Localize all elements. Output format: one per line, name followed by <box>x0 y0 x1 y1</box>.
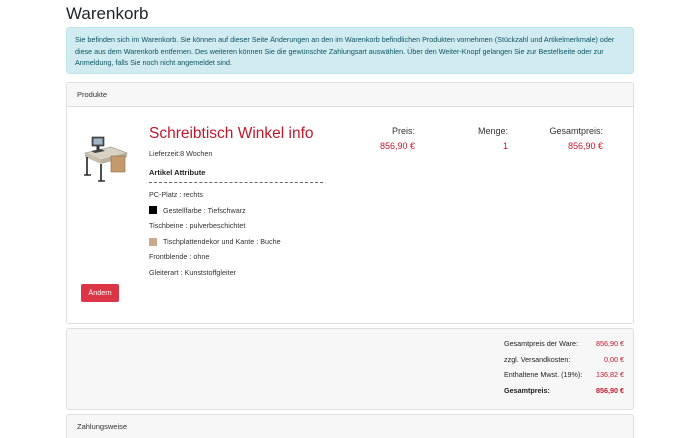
attribute-row: Frontblende : ohne <box>149 249 369 265</box>
payment-card: Zahlungsweise <box>66 414 634 438</box>
totals-value: 856,90 € <box>596 339 624 348</box>
product-image[interactable] <box>81 123 131 183</box>
total-value: 856,90 € <box>567 141 603 151</box>
attribute-text: PC-Platz : rechts <box>149 190 203 199</box>
totals-row: Gesamtpreis der Ware: 856,90 € <box>504 336 624 352</box>
grand-total-row: Gesamtpreis: 856,90 € <box>504 383 624 399</box>
attribute-list: PC-Platz : rechts Gestellfarbe : Tiefsch… <box>149 187 369 281</box>
attribute-text: Gestellfarbe : Tiefschwarz <box>163 205 246 215</box>
totals-card: Gesamtpreis der Ware: 856,90 € zzgl. Ver… <box>66 328 634 410</box>
price-label: Preis: <box>391 126 415 136</box>
products-card: Produkte Schreibtisch Winkel info Liefer… <box>66 82 634 324</box>
totals-value: 136,82 € <box>596 370 624 379</box>
quantity-value: 1 <box>502 141 508 151</box>
payment-header[interactable]: Zahlungsweise <box>67 415 633 438</box>
info-alert: Sie befinden sich im Warenkorb. Sie könn… <box>66 27 634 74</box>
total-label: Gesamtpreis: <box>549 126 603 136</box>
totals-label: zzgl. Versandkosten: <box>504 354 571 364</box>
product-name[interactable]: Schreibtisch Winkel info <box>149 125 314 143</box>
attribute-text: Tischbeine : pulverbeschichtet <box>149 221 246 231</box>
attribute-text: Gleiterart : Kunststoffgleiter <box>149 267 236 277</box>
color-swatch <box>149 206 157 215</box>
attribute-row: Tischbeine : pulverbeschichtet <box>149 218 369 234</box>
totals-row: Enthaltene Mwst. (19%): 136,82 € <box>504 367 624 383</box>
totals-label: Gesamtpreis der Ware: <box>504 339 579 348</box>
price-value: 856,90 € <box>379 141 415 151</box>
attribute-row: Gleiterart : Kunststoffgleiter <box>149 265 369 281</box>
products-header: Produkte <box>67 83 633 107</box>
grand-total-label: Gesamtpreis: <box>504 385 550 395</box>
change-button[interactable]: Ändern <box>81 284 119 302</box>
totals-row: zzgl. Versandkosten: 0,00 € <box>504 352 624 368</box>
attribute-text: Tischplattendekor und Kante : Buche <box>163 236 281 246</box>
delivery-time: Lieferzeit:8 Wochen <box>149 149 213 158</box>
attribute-text: Frontblende : ohne <box>149 252 210 262</box>
quantity-label: Menge: <box>477 126 508 136</box>
attribute-row: Gestellfarbe : Tiefschwarz <box>149 203 369 219</box>
color-swatch <box>149 237 157 246</box>
totals-label: Enthaltene Mwst. (19%): <box>504 370 583 379</box>
grand-total-value: 856,90 € <box>596 385 624 395</box>
attribute-row: PC-Platz : rechts <box>149 187 369 203</box>
page-title: Warenkorb <box>66 4 149 23</box>
attribute-row: Tischplattendekor und Kante : Buche <box>149 234 369 250</box>
attributes-heading: Artikel Attribute <box>149 168 206 177</box>
totals-value: 0,00 € <box>604 354 624 364</box>
attributes-divider <box>149 182 323 183</box>
